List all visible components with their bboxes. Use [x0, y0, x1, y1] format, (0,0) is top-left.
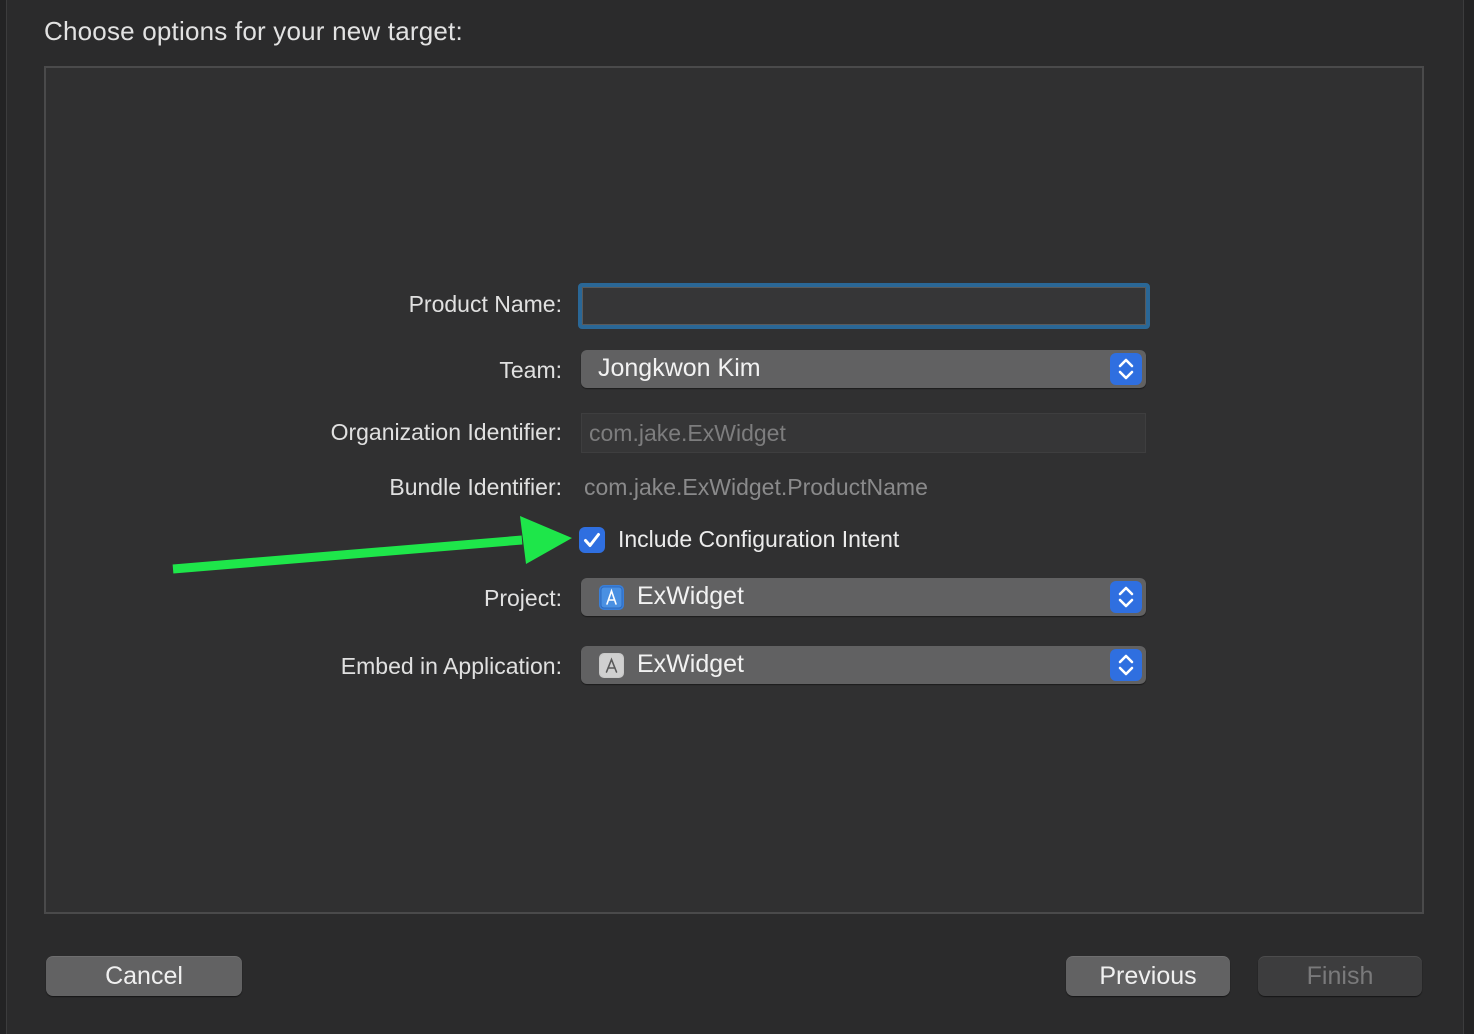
organization-identifier-field[interactable]: com.jake.ExWidget	[581, 413, 1146, 453]
sheet-title: Choose options for your new target:	[44, 16, 463, 46]
project-popup[interactable]: ExWidget	[581, 578, 1146, 616]
embed-in-application-label: Embed in Application:	[340, 653, 562, 679]
organization-identifier-value: com.jake.ExWidget	[589, 420, 786, 446]
xcode-project-icon	[599, 585, 624, 610]
bundle-identifier-label: Bundle Identifier:	[389, 474, 562, 500]
chevron-up-down-icon	[1110, 649, 1142, 681]
embed-in-application-popup-value: ExWidget	[637, 650, 744, 678]
checkmark-icon	[584, 533, 600, 547]
finish-button[interactable]: Finish	[1258, 956, 1422, 996]
cancel-button[interactable]: Cancel	[46, 956, 242, 996]
app-icon	[599, 653, 624, 678]
product-name-label: Product Name:	[408, 291, 562, 317]
organization-identifier-label: Organization Identifier:	[330, 419, 562, 445]
previous-button[interactable]: Previous	[1066, 956, 1230, 996]
chevron-up-down-icon	[1110, 581, 1142, 613]
team-popup[interactable]: Jongkwon Kim	[581, 350, 1146, 388]
background-window-fragment	[1457, 628, 1463, 650]
embed-in-application-popup[interactable]: ExWidget	[581, 646, 1146, 684]
team-label: Team:	[499, 357, 562, 383]
include-configuration-intent-checkbox[interactable]	[579, 527, 605, 553]
project-popup-value: ExWidget	[637, 582, 744, 610]
team-popup-value: Jongkwon Kim	[598, 354, 761, 382]
product-name-input[interactable]	[582, 287, 1146, 325]
bundle-identifier-value: com.jake.ExWidget.ProductName	[584, 474, 928, 500]
project-label: Project:	[484, 585, 562, 611]
chevron-up-down-icon	[1110, 353, 1142, 385]
product-name-field[interactable]	[578, 283, 1150, 329]
include-configuration-intent-label[interactable]: Include Configuration Intent	[618, 526, 899, 553]
annotation-arrow-icon	[172, 516, 572, 574]
